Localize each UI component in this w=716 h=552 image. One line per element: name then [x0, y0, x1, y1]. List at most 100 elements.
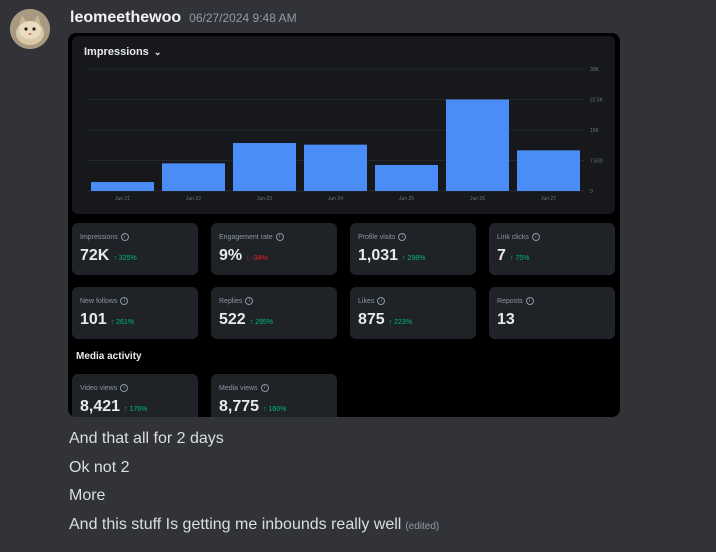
- chart-title-label: Impressions: [84, 46, 149, 58]
- impressions-chart: 0 7,500 15K 22.5K 30K Jun 21 Jun 22 Jun 23 Jun 2…: [87, 67, 604, 202]
- y-tick-label: 30K: [590, 67, 600, 73]
- info-icon[interactable]: i: [120, 384, 129, 392]
- stat-label: Replies i: [219, 297, 254, 305]
- stat-value-text: 13: [497, 311, 515, 328]
- message-header: leomeethewoo 06/27/2024 9:48 AM: [70, 9, 297, 29]
- analytics-screenshot-attachment[interactable]: 0 7,500 15K 22.5K 30K Jun 21 Jun 22 Jun 23 Jun 2…: [68, 33, 620, 417]
- stat-label: Likes i: [358, 297, 386, 305]
- chart-bar[interactable]: [233, 143, 296, 191]
- chart-bar[interactable]: [446, 99, 509, 192]
- section-title: Media activity: [76, 351, 142, 362]
- stat-value: 1,031 ↑ 298%: [358, 247, 425, 265]
- y-tick-label: 15K: [590, 128, 600, 134]
- stat-label: New follows i: [80, 297, 129, 305]
- y-tick-label: 0: [590, 189, 593, 195]
- chart-bar[interactable]: [517, 150, 580, 191]
- cat-avatar-icon: [10, 9, 50, 49]
- stat-value: 8,775 ↑ 160%: [219, 398, 286, 416]
- stat-label-text: Media views: [219, 384, 258, 392]
- stat-label-text: Likes: [358, 297, 375, 305]
- x-tick-label: Jun 21: [115, 196, 130, 202]
- x-tick-label: Jun 26: [470, 196, 485, 202]
- stat-card-new-follows[interactable]: New follows i 101 ↑ 261%: [72, 287, 198, 339]
- stat-value-text: 9%: [219, 247, 243, 264]
- stat-label-text: Reposts: [497, 297, 523, 305]
- message-line: Ok not 2: [69, 459, 130, 476]
- stat-card-video-views[interactable]: Video views i 8,421 ↑ 176%: [72, 374, 198, 417]
- info-icon[interactable]: i: [120, 233, 129, 241]
- stat-label: Video views i: [80, 384, 129, 392]
- stat-change: ↑ 176%: [124, 406, 148, 413]
- stat-card-impressions[interactable]: Impressions i 72K ↑ 325%: [72, 223, 198, 275]
- x-tick-label: Jun 27: [541, 196, 556, 202]
- stat-card-reposts[interactable]: Reposts i 13: [489, 287, 615, 339]
- stat-value-text: 522: [219, 311, 246, 328]
- x-tick-label: Jun 23: [257, 196, 272, 202]
- info-icon[interactable]: i: [245, 297, 254, 305]
- stat-change: ↑ 223%: [388, 319, 413, 326]
- stat-value: 875 ↑ 223%: [358, 311, 412, 329]
- stat-value-text: 72K: [80, 247, 110, 264]
- x-tick-label: Jun 24: [328, 196, 343, 202]
- timestamp: 06/27/2024 9:48 AM: [189, 11, 297, 25]
- stat-change: ↑ 160%: [263, 406, 287, 413]
- stat-card-link-clicks[interactable]: Link clicks i 7 ↑ 75%: [489, 223, 615, 275]
- stat-label-text: Video views: [80, 384, 118, 392]
- stat-value-text: 8,421: [80, 398, 121, 415]
- stat-value: 7 ↑ 75%: [497, 247, 529, 265]
- stat-label-text: Link clicks: [497, 233, 529, 241]
- stat-card-media-views[interactable]: Media views i 8,775 ↑ 160%: [211, 374, 337, 417]
- stat-label: Impressions i: [80, 233, 129, 241]
- stat-card-likes[interactable]: Likes i 875 ↑ 223%: [350, 287, 476, 339]
- message-line: More: [69, 487, 106, 504]
- stat-change: ↑ 261%: [110, 319, 135, 326]
- stat-value-text: 101: [80, 311, 107, 328]
- stat-label-text: Replies: [219, 297, 243, 305]
- chart-bar[interactable]: [91, 182, 154, 191]
- message-line: And that all for 2 days: [69, 430, 224, 447]
- info-icon[interactable]: i: [531, 233, 540, 241]
- avatar[interactable]: [10, 9, 50, 49]
- stat-label-text: Impressions: [80, 233, 118, 241]
- info-icon[interactable]: i: [525, 297, 534, 305]
- stat-value: 101 ↑ 261%: [80, 311, 134, 329]
- chart-bar[interactable]: [162, 163, 225, 191]
- stat-card-replies[interactable]: Replies i 522 ↑ 295%: [211, 287, 337, 339]
- stat-label-text: Profile visits: [358, 233, 396, 241]
- stat-label: Profile visits i: [358, 233, 407, 241]
- stat-value-text: 8,775: [219, 398, 260, 415]
- impressions-chart-card: 0 7,500 15K 22.5K 30K Jun 21 Jun 22 Jun 23 Jun 2…: [72, 36, 615, 214]
- message-line: And this stuff Is getting me inbounds re…: [69, 516, 439, 534]
- stat-label: Media views i: [219, 384, 269, 392]
- chart-bar[interactable]: [304, 144, 367, 191]
- stat-change: ↑ 298%: [402, 255, 426, 262]
- stat-card-engagement-rate[interactable]: Engagement rate i 9% ↓ -34%: [211, 223, 337, 275]
- x-tick-label: Jun 22: [186, 196, 201, 202]
- stat-change: ↑ 325%: [113, 255, 137, 262]
- y-tick-label: 7,500: [590, 159, 603, 165]
- stat-value-text: 1,031: [358, 247, 399, 264]
- stat-value: 72K ↑ 325%: [80, 247, 137, 265]
- stat-label-text: New follows: [80, 297, 118, 305]
- chart-title[interactable]: Impressions ⌄: [84, 46, 161, 58]
- stat-change: ↑ 75%: [509, 255, 530, 262]
- username[interactable]: leomeethewoo: [70, 9, 181, 27]
- stat-change: ↑ 295%: [249, 319, 274, 326]
- stat-value: 9% ↓ -34%: [219, 247, 268, 265]
- stat-change: ↓ -34%: [246, 255, 268, 262]
- info-icon[interactable]: i: [120, 297, 129, 305]
- stat-card-profile-visits[interactable]: Profile visits i 1,031 ↑ 298%: [350, 223, 476, 275]
- info-icon[interactable]: i: [398, 233, 407, 241]
- y-tick-label: 22.5K: [590, 98, 604, 104]
- x-tick-label: Jun 25: [399, 196, 414, 202]
- stat-label: Reposts i: [497, 297, 534, 305]
- info-icon[interactable]: i: [377, 297, 386, 305]
- stat-label: Link clicks i: [497, 233, 540, 241]
- stat-label-text: Engagement rate: [219, 233, 273, 241]
- stat-label: Engagement rate i: [219, 233, 284, 241]
- chart-bar[interactable]: [375, 164, 438, 191]
- stat-value-text: 7: [497, 247, 506, 264]
- info-icon[interactable]: i: [275, 233, 284, 241]
- info-icon[interactable]: i: [260, 384, 269, 392]
- stat-value: 8,421 ↑ 176%: [80, 398, 147, 416]
